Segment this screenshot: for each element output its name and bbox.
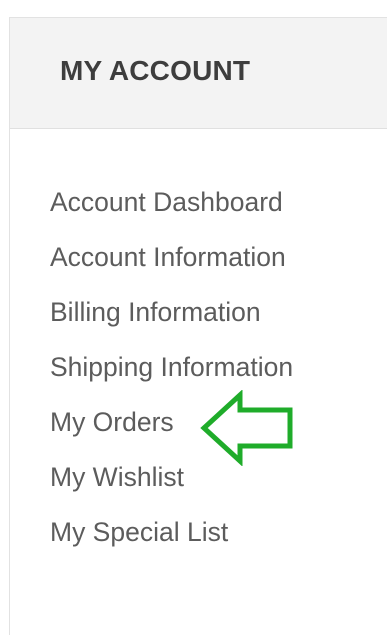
nav-item-my-wishlist[interactable]: My Wishlist	[50, 457, 293, 512]
account-nav-list: Account Dashboard Account Information Bi…	[50, 182, 293, 567]
nav-item-label: My Orders	[50, 407, 174, 437]
nav-item-label: My Special List	[50, 517, 229, 547]
nav-item-shipping-information[interactable]: Shipping Information	[50, 347, 293, 402]
nav-item-label: Account Information	[50, 242, 286, 272]
nav-item-my-special-list[interactable]: My Special List	[50, 512, 293, 567]
account-sidebar-header: MY ACCOUNT	[10, 18, 387, 129]
nav-item-label: Billing Information	[50, 297, 261, 327]
nav-item-account-information[interactable]: Account Information	[50, 237, 293, 292]
nav-item-label: Account Dashboard	[50, 187, 283, 217]
nav-item-label: Shipping Information	[50, 352, 294, 382]
nav-item-billing-information[interactable]: Billing Information	[50, 292, 293, 347]
account-sidebar-panel: MY ACCOUNT Account Dashboard Account Inf…	[9, 17, 387, 635]
nav-item-label: My Wishlist	[50, 462, 184, 492]
nav-item-account-dashboard[interactable]: Account Dashboard	[50, 182, 293, 237]
account-sidebar-title: MY ACCOUNT	[60, 55, 251, 86]
nav-item-my-orders[interactable]: My Orders	[50, 402, 293, 457]
